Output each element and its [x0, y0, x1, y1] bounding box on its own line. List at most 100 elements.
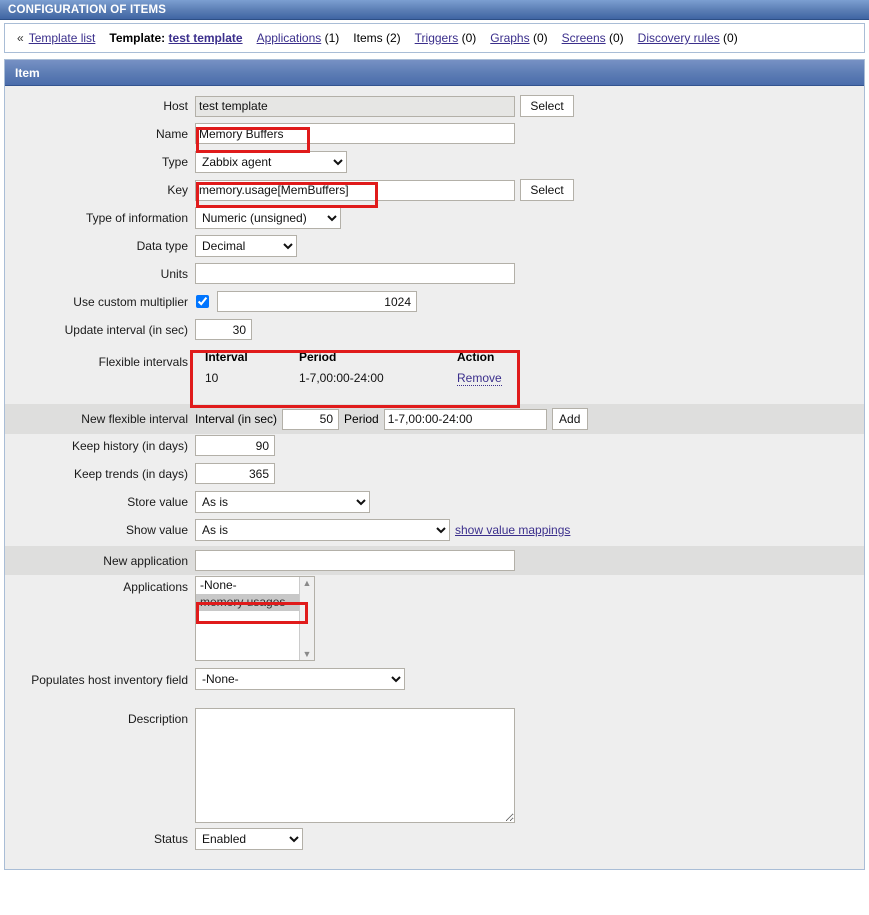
custom-multiplier-checkbox[interactable] — [196, 295, 209, 308]
row-status: Status Enabled — [5, 827, 864, 855]
name-input[interactable] — [195, 123, 515, 144]
host-select-button[interactable]: Select — [520, 95, 574, 117]
applications-label: Applications — [123, 580, 188, 594]
row-key: Key Select — [5, 178, 864, 206]
description-textarea[interactable] — [195, 708, 515, 823]
row-type: Type Zabbix agent — [5, 150, 864, 178]
row-update-interval: Update interval (in sec) — [5, 318, 864, 346]
nav-discovery-rules[interactable]: Discovery rules (0) — [638, 31, 738, 45]
show-value-select[interactable]: As is — [195, 519, 450, 541]
breadcrumb-template: Template: test template — [109, 31, 242, 45]
nav-items: Items (2) — [353, 31, 400, 45]
nav-screens[interactable]: Screens (0) — [562, 31, 624, 45]
type-select[interactable]: Zabbix agent — [195, 151, 347, 173]
table-row: 10 1-7,00:00-24:00 Remove — [195, 369, 512, 389]
flexible-intervals-col-period: Period — [299, 350, 337, 364]
new-flexible-interval-interval-label: Interval (in sec) — [195, 412, 278, 426]
type-label: Type — [161, 155, 188, 169]
item-panel-title: Item — [15, 65, 40, 80]
row-flexible-intervals: Flexible intervals Interval Period Actio… — [5, 346, 864, 404]
flexible-interval-remove-link[interactable]: Remove — [457, 371, 502, 386]
status-label: Status — [153, 832, 188, 846]
keep-history-label: Keep history (in days) — [71, 439, 188, 453]
template-label: Template: — [109, 31, 166, 45]
item-form: Host Select Name Type Zabbix agent — [5, 86, 864, 869]
store-value-label: Store value — [127, 495, 188, 509]
window-title: CONFIGURATION OF ITEMS — [8, 3, 167, 16]
keep-history-input[interactable] — [195, 435, 275, 456]
host-input[interactable] — [195, 95, 515, 117]
item-panel-header: Item — [5, 60, 864, 86]
new-flexible-interval-period-input[interactable] — [383, 408, 547, 430]
store-value-select[interactable]: As is — [195, 491, 370, 513]
row-keep-history: Keep history (in days) — [5, 434, 864, 462]
row-type-of-information: Type of information Numeric (unsigned) — [5, 206, 864, 234]
units-input[interactable] — [195, 263, 515, 284]
host-inventory-select[interactable]: -None- — [195, 668, 405, 690]
update-interval-label: Update interval (in sec) — [64, 323, 188, 337]
template-list-link[interactable]: Template list — [29, 31, 96, 45]
units-label: Units — [160, 267, 188, 281]
breadcrumb-template-list[interactable]: Template list — [29, 31, 96, 45]
window-title-bar: CONFIGURATION OF ITEMS — [0, 0, 869, 20]
status-select[interactable]: Enabled — [195, 828, 303, 850]
update-interval-input[interactable] — [195, 319, 252, 340]
row-new-application: New application — [5, 546, 864, 575]
row-host-inventory: Populates host inventory field -None- — [5, 667, 864, 707]
custom-multiplier-input[interactable] — [217, 291, 417, 312]
type-of-information-select[interactable]: Numeric (unsigned) — [195, 207, 341, 229]
row-keep-trends: Keep trends (in days) — [5, 462, 864, 490]
nav-applications-count: (1) — [324, 31, 340, 45]
applications-option-none[interactable]: -None- — [196, 577, 314, 594]
row-custom-multiplier: Use custom multiplier — [5, 290, 864, 318]
row-applications: Applications -None- memory usages ▲ ▼ — [5, 575, 864, 667]
template-name-link[interactable]: test template — [169, 31, 243, 45]
key-select-button[interactable]: Select — [520, 179, 574, 201]
new-flexible-interval-add-button[interactable]: Add — [551, 408, 588, 430]
applications-listbox-scrollbar[interactable]: ▲ ▼ — [299, 577, 314, 660]
page-root: CONFIGURATION OF ITEMS « Template list T… — [0, 0, 869, 915]
type-of-information-label: Type of information — [85, 211, 188, 225]
nav-triggers-link[interactable]: Triggers — [415, 31, 459, 45]
new-flexible-interval-interval-input[interactable] — [282, 408, 340, 430]
key-input[interactable] — [195, 179, 515, 201]
nav-items-label: Items — [353, 31, 383, 45]
nav-applications-link[interactable]: Applications — [257, 31, 322, 45]
new-application-label: New application — [103, 554, 188, 568]
new-application-input[interactable] — [195, 550, 515, 571]
nav-discovery-rules-link[interactable]: Discovery rules — [638, 31, 720, 45]
row-description: Description — [5, 707, 864, 827]
flexible-intervals-table: Interval Period Action 10 1-7,00:00-24:0… — [195, 347, 512, 389]
nav-screens-link[interactable]: Screens — [562, 31, 606, 45]
flexible-intervals-label: Flexible intervals — [98, 355, 188, 369]
nav-discovery-rules-count: (0) — [723, 31, 738, 45]
scroll-up-icon[interactable]: ▲ — [303, 577, 312, 589]
nav-triggers-count: (0) — [461, 31, 477, 45]
breadcrumb: « Template list Template: test template … — [4, 23, 865, 53]
breadcrumb-back-chevron-icon[interactable]: « — [17, 31, 24, 45]
item-panel: Item Host Select Name Type — [4, 59, 865, 870]
nav-triggers[interactable]: Triggers (0) — [415, 31, 477, 45]
applications-listbox[interactable]: -None- memory usages ▲ ▼ — [195, 576, 315, 661]
custom-multiplier-label: Use custom multiplier — [73, 295, 188, 309]
data-type-select[interactable]: Decimal — [195, 235, 297, 257]
nav-screens-count: (0) — [609, 31, 624, 45]
nav-items-count: (2) — [385, 31, 401, 45]
nav-applications[interactable]: Applications (1) — [257, 31, 340, 45]
nav-graphs[interactable]: Graphs (0) — [490, 31, 547, 45]
row-new-flexible-interval: New flexible interval Interval (in sec) … — [5, 404, 864, 434]
keep-trends-label: Keep trends (in days) — [73, 467, 188, 481]
show-value-mappings-link[interactable]: show value mappings — [455, 523, 570, 537]
applications-option-selected[interactable]: memory usages — [196, 594, 314, 611]
row-units: Units — [5, 262, 864, 290]
row-name: Name — [5, 122, 864, 150]
scroll-down-icon[interactable]: ▼ — [303, 648, 312, 660]
show-value-label: Show value — [125, 523, 188, 537]
row-host: Host Select — [5, 94, 864, 122]
description-label: Description — [127, 712, 188, 726]
row-data-type: Data type Decimal — [5, 234, 864, 262]
keep-trends-input[interactable] — [195, 463, 275, 484]
nav-graphs-link[interactable]: Graphs — [490, 31, 529, 45]
new-flexible-interval-period-label: Period — [344, 412, 379, 426]
flexible-interval-period: 1-7,00:00-24:00 — [299, 371, 384, 385]
